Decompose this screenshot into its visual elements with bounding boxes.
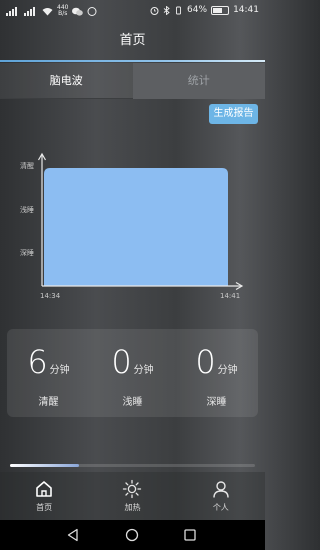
tab-statistics[interactable]: 统计 [132, 63, 265, 99]
y-tick-label: 清醒 [20, 161, 34, 170]
nav-profile[interactable]: 个人 [177, 472, 265, 520]
system-nav-bar [0, 520, 265, 550]
stat-value: 0 [111, 343, 132, 381]
cell-signal-icon [24, 6, 38, 16]
battery-fill [213, 7, 223, 13]
home-icon [36, 481, 52, 497]
header-divider [0, 60, 265, 62]
y-tick-label: 浅睡 [20, 205, 34, 214]
cell-signal-icon [6, 6, 20, 16]
page-title: 首页 [119, 33, 146, 48]
tab-eeg[interactable]: 脑电波 [0, 63, 133, 99]
nav-label: 个人 [212, 503, 229, 512]
person-icon [213, 481, 229, 498]
wifi-icon [42, 7, 53, 15]
nav-home[interactable]: 首页 [0, 472, 88, 520]
sleep-area [44, 168, 228, 286]
chart-layer: 深睡 浅睡 清醒 14:34 14:41 [20, 152, 244, 300]
nav-label: 首页 [36, 503, 53, 512]
recents-icon[interactable] [183, 528, 197, 542]
y-tick-label: 深睡 [20, 248, 34, 257]
status-left: 440 B/s [6, 5, 97, 17]
battery-icon [211, 5, 230, 15]
stat-unit: 分钟 [49, 365, 70, 376]
progress-bar [10, 464, 255, 467]
stat-unit: 分钟 [133, 365, 154, 376]
sun-icon [123, 479, 142, 499]
wechat-icon [72, 7, 84, 16]
progress-fill [10, 464, 79, 467]
battery-percent: 64% [187, 5, 208, 15]
nav-label: 加热 [124, 503, 141, 512]
stat-label: 清醒 [38, 397, 59, 408]
stat-unit: 分钟 [217, 365, 238, 376]
stat-label: 深睡 [206, 397, 227, 408]
bluetooth-icon [163, 5, 170, 15]
generate-report-button[interactable]: 生成报告 [209, 104, 258, 124]
home-circle-icon[interactable] [125, 528, 139, 542]
message-icon [87, 6, 97, 16]
bottom-nav: 首页 加热 个人 [0, 472, 265, 520]
sleep-stats-card: 6 分钟 清醒 0 分钟 浅睡 0 分钟 深睡 [7, 329, 258, 417]
vibrate-icon [176, 6, 181, 14]
stat-label: 浅睡 [122, 397, 143, 408]
sleep-stage-chart: 深睡 浅睡 清醒 14:34 14:41 [20, 152, 244, 300]
stat-value: 0 [195, 343, 216, 381]
x-tick-label: 14:34 [40, 292, 61, 300]
tab-bar: 脑电波 统计 [0, 63, 265, 99]
nav-heating[interactable]: 加热 [88, 472, 176, 520]
status-right: 64% 14:41 [150, 5, 259, 15]
x-tick-label: 14:41 [220, 292, 240, 300]
status-bar: 440 B/s 64% 14:41 [0, 0, 265, 22]
clock: 14:41 [233, 5, 259, 15]
stat-value: 6 [27, 343, 48, 381]
alarm-icon [150, 6, 159, 15]
network-speed: 440 B/s [57, 4, 69, 17]
back-icon[interactable] [66, 528, 80, 542]
